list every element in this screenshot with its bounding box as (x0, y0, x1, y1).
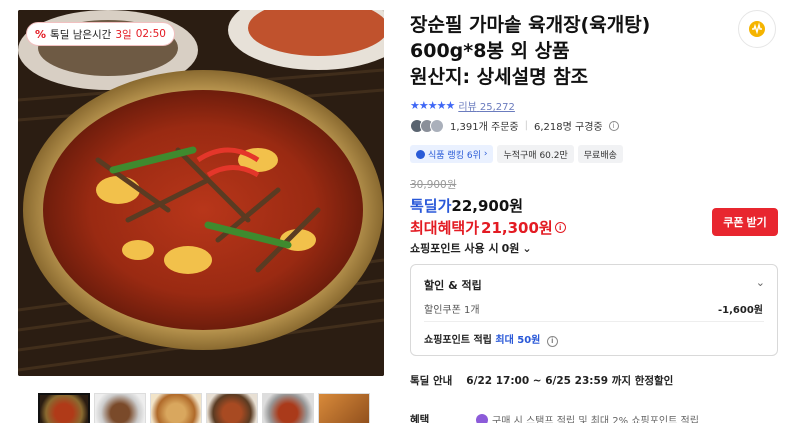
product-title-line-3: 원산지: 상세설명 참조 (410, 66, 589, 88)
thumbnail-4[interactable] (206, 393, 258, 423)
benefit-row: 구매 시 스탬프 적립 및 최대 2% 쇼핑포인트 적립 (476, 412, 699, 423)
thumbnail-strip (38, 393, 370, 423)
review-label: 리뷰 (458, 102, 477, 113)
deal-info-label: 톡딜 안내 (410, 375, 453, 387)
deal-price-label: 톡딜가 (410, 197, 452, 215)
info-icon[interactable]: i (608, 120, 619, 131)
avatar (430, 118, 444, 133)
star-rating-icon: ★★★★★ (410, 99, 455, 112)
points-label: 쇼핑포인트 적립 (424, 335, 492, 346)
product-title-line-1: 장순필 가마솥 육개장(육개탕) (410, 14, 651, 36)
ranking-tag-label: 식품 랭킹 6위 (428, 150, 481, 161)
original-price: 30,900원 (410, 179, 457, 191)
chevron-down-icon[interactable]: ⌄ (756, 276, 765, 289)
info-icon[interactable]: i (546, 335, 558, 347)
review-link[interactable]: 리뷰 25,272 (458, 98, 515, 113)
yukgaejang-photo (18, 10, 384, 376)
ranking-tag[interactable]: 식품 랭킹 6위 › (410, 145, 494, 163)
benefit-text: 구매 시 스탬프 적립 및 최대 2% 쇼핑포인트 적립 (492, 416, 699, 423)
benefit-label: 혜택 (410, 414, 430, 423)
review-count: 25,272 (479, 102, 515, 113)
timer-label: 톡딜 남은시간 (50, 28, 112, 41)
deal-price: 톡딜가22,900원 (410, 195, 523, 216)
cumulative-purchase-tag: 누적구매 60.2만 (497, 145, 574, 163)
timer-days: 3일 (115, 28, 132, 41)
product-title: 장순필 가마솥 육개장(육개탕) 600g*8봉 외 상품 원산지: 상세설명 … (410, 12, 720, 90)
get-coupon-button[interactable]: 쿠폰 받기 (712, 208, 778, 236)
coupon-label: 할인쿠폰 1개 (424, 305, 480, 316)
thumbnail-1[interactable] (38, 393, 90, 423)
order-count: 1,391개 주문중 (450, 122, 519, 133)
thumbnail-2[interactable] (94, 393, 146, 423)
timer-time: 02:50 (135, 28, 166, 40)
thumbnail-5[interactable] (262, 393, 314, 423)
buyer-stats: 1,391개 주문중 | 6,218명 구경중 i (410, 118, 619, 133)
max-price-label: 최대혜택가 (410, 219, 480, 237)
max-price-value: 21,300원 (481, 219, 553, 237)
discount-panel-title: 할인 & 적립 (424, 279, 482, 292)
max-benefit-price: 최대혜택가 21,300원 i (410, 217, 566, 238)
ranking-badge-icon (416, 149, 425, 159)
product-tags: 식품 랭킹 6위 › 누적구매 60.2만 무료배송 (410, 145, 623, 163)
percent-tag-icon: % (35, 27, 47, 41)
deal-info-period: 6/22 17:00 ~ 6/25 23:59 까지 한정할인 (466, 375, 674, 387)
product-info: 장순필 가마솥 육개장(육개탕) 600g*8봉 외 상품 원산지: 상세설명 … (410, 12, 780, 90)
shopping-point-selector[interactable]: 쇼핑포인트 사용 시 0원 ⌄ (410, 240, 532, 256)
discount-panel: 할인 & 적립 ⌄ 할인쿠폰 1개 -1,600원 쇼핑포인트 적립 최대 50… (410, 264, 778, 356)
info-icon[interactable]: i (554, 222, 566, 233)
deal-price-value: 22,900원 (451, 197, 524, 215)
divider: | (524, 120, 528, 131)
product-main-image: % 톡딜 남은시간 3일 02:50 (18, 10, 384, 376)
product-title-line-2: 600g*8봉 외 상품 (410, 40, 570, 62)
chevron-down-icon: ⌄ (522, 241, 532, 255)
points-row: 쇼핑포인트 적립 최대 50원 i (424, 331, 558, 347)
viewer-count: 6,218명 구경중 (533, 122, 603, 133)
free-shipping-tag: 무료배송 (577, 145, 623, 163)
thumbnail-3[interactable] (150, 393, 202, 423)
chevron-right-icon: › (483, 149, 488, 159)
rating-row: ★★★★★ 리뷰 25,272 (410, 98, 515, 113)
deal-timer-badge: % 톡딜 남은시간 3일 02:50 (26, 22, 175, 46)
thumbnail-6[interactable] (318, 393, 370, 423)
deal-info-row: 톡딜 안내 6/22 17:00 ~ 6/25 23:59 까지 한정할인 (410, 373, 673, 388)
points-max: 최대 50원 (495, 335, 541, 346)
divider (424, 321, 764, 322)
point-select-label: 쇼핑포인트 사용 시 (410, 242, 499, 255)
benefit-icon (476, 413, 488, 423)
point-select-value: 0원 (501, 242, 520, 255)
coupon-value: -1,600원 (718, 305, 763, 316)
buyer-avatars (410, 118, 444, 133)
